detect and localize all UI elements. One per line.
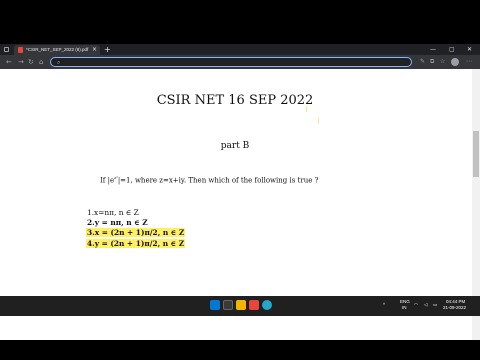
minimize-button[interactable]: — bbox=[430, 44, 436, 55]
start-icon[interactable] bbox=[210, 300, 220, 310]
option-1: 1.x=nπ, n ∈ Z bbox=[87, 208, 139, 217]
new-tab-button[interactable]: + bbox=[104, 44, 111, 55]
workspaces-icon[interactable] bbox=[4, 47, 9, 52]
read-aloud-icon[interactable]: ✎ bbox=[420, 57, 425, 67]
scrollbar-thumb[interactable] bbox=[473, 131, 479, 177]
edge-icon[interactable] bbox=[262, 300, 272, 310]
option-4: 4.y = (2n + 1)π/2, n ∈ Z bbox=[86, 239, 186, 248]
annotation-mark bbox=[318, 118, 319, 124]
pdf-icon bbox=[18, 47, 23, 53]
tab-pdf[interactable]: *CSIR_NET_SEP_2022 (8).pdf × bbox=[14, 45, 100, 55]
maximize-button[interactable]: ▢ bbox=[449, 44, 455, 55]
region-label[interactable]: IN bbox=[402, 305, 407, 311]
more-menu-icon[interactable]: ⋯ bbox=[466, 57, 472, 67]
app-icon[interactable] bbox=[249, 300, 259, 310]
clock-date[interactable]: 21-09-2022 bbox=[443, 305, 466, 311]
tray-chevron-icon[interactable]: ^ bbox=[383, 302, 385, 308]
battery-icon[interactable]: ▭ bbox=[433, 302, 437, 308]
tab-strip: *CSIR_NET_SEP_2022 (8).pdf × + — ▢ ✕ bbox=[0, 44, 480, 55]
wifi-icon[interactable]: ◠ bbox=[414, 302, 418, 308]
question-text: If |ez²|=1, where z=x+iy. Then which of … bbox=[100, 175, 318, 184]
section-heading: part B bbox=[220, 141, 250, 151]
home-button[interactable]: ⌂ bbox=[39, 56, 43, 68]
question-prefix: If |e bbox=[100, 176, 115, 185]
option-3: 3.x = (2n + 1)π/2, n ∈ Z bbox=[86, 228, 186, 237]
annotation-mark bbox=[306, 106, 307, 112]
document-title: CSIR NET 16 SEP 2022 bbox=[156, 93, 314, 108]
file-explorer-icon[interactable] bbox=[236, 300, 246, 310]
tab-title: *CSIR_NET_SEP_2022 (8).pdf bbox=[26, 47, 89, 52]
tab-close-icon[interactable]: × bbox=[92, 46, 97, 54]
back-button[interactable]: ← bbox=[6, 56, 12, 68]
close-window-button[interactable]: ✕ bbox=[467, 44, 472, 55]
browser-window: *CSIR_NET_SEP_2022 (8).pdf × + — ▢ ✕ ← →… bbox=[0, 44, 480, 340]
favorites-icon[interactable]: ☆ bbox=[440, 57, 445, 67]
profile-avatar[interactable] bbox=[451, 58, 459, 66]
browser-toolbar: ← → ↻ ⌂ ⌕ ✎ ⧉ ☆ ⋯ bbox=[0, 55, 480, 69]
search-icon: ⌕ bbox=[57, 59, 61, 66]
question-rest: |=1, where z=x+iy. Then which of the fol… bbox=[117, 176, 319, 185]
refresh-button[interactable]: ↻ bbox=[28, 56, 34, 68]
volume-icon[interactable]: ◁ bbox=[424, 302, 427, 308]
forward-button[interactable]: → bbox=[18, 56, 24, 68]
address-bar[interactable]: ⌕ bbox=[50, 57, 412, 67]
task-view-icon[interactable] bbox=[223, 300, 233, 310]
extensions-icon[interactable]: ⧉ bbox=[430, 57, 434, 67]
option-2: 2.y = nπ, n ∈ Z bbox=[87, 218, 148, 227]
taskbar: ^ ENG IN ◠ ◁ ▭ 04:44 PM 21-09-2022 bbox=[0, 296, 480, 316]
